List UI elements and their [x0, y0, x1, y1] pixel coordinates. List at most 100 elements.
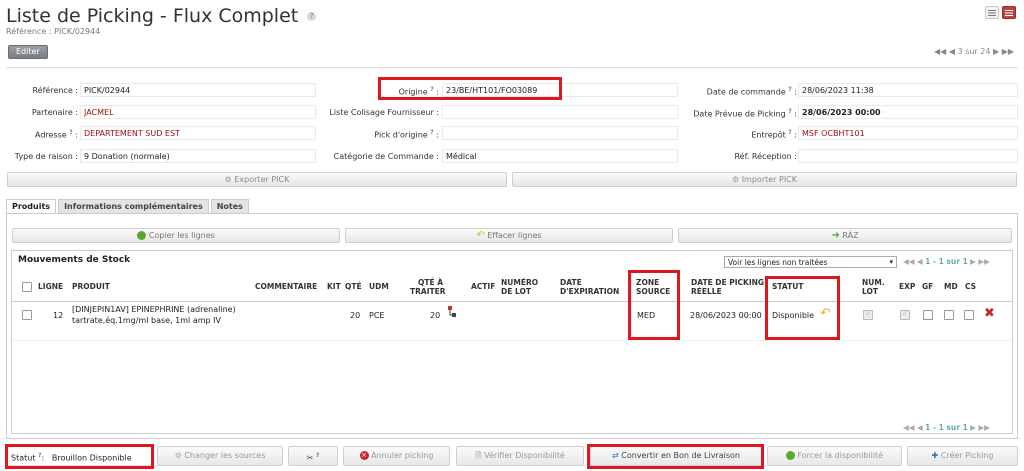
page-title-text: Liste de Picking - Flux Complet — [6, 5, 299, 27]
grid-pager-top[interactable]: ◀◀ ◀ 1 - 1 sur 1 ▶ ▶▶ — [903, 257, 990, 266]
return-icon[interactable]: ↶ — [820, 306, 831, 321]
ref-reception-field[interactable] — [798, 149, 1018, 163]
reference-subtitle: Référence : PICK/02944 — [6, 27, 101, 36]
exp-checkbox — [900, 309, 910, 320]
export-icon: ⚙ — [224, 175, 232, 184]
convert-icon: ⇄ — [612, 451, 619, 460]
cell-qte: 20 — [350, 311, 361, 320]
partenaire-label: Partenaire : — [31, 108, 78, 117]
adresse-field[interactable]: DEPARTEMENT SUD EST — [80, 126, 316, 140]
col-qte-a-traiter[interactable]: QTÉ À TRAITER — [410, 278, 446, 296]
grid-title: Mouvements de Stock — [18, 255, 131, 265]
convert-delivery-button[interactable]: ⇄ Convertir en Bon de Livraison — [590, 446, 762, 466]
help-icon: ? — [69, 129, 73, 136]
col-numero-lot[interactable]: NUMÉRO DE LOT — [501, 278, 538, 296]
copy-icon — [137, 231, 147, 240]
split-line-icon[interactable] — [448, 306, 457, 317]
view-switcher — [985, 6, 1016, 19]
force-icon — [785, 451, 795, 460]
col-qte[interactable]: QTÉ — [345, 282, 362, 291]
col-exp[interactable]: EXP — [899, 282, 915, 291]
divider — [6, 67, 1018, 68]
help-icon: ? — [430, 86, 434, 93]
arrow-right-icon: ➜ — [831, 230, 840, 241]
delete-icon[interactable]: ✖ — [984, 306, 995, 321]
create-picking-button[interactable]: ✚ Créer Picking — [907, 446, 1018, 466]
grid-filter-select[interactable]: Voir les lignes non traitées ▾ — [724, 256, 897, 268]
status-field: Statut ?: Brouillon Disponible — [6, 446, 152, 466]
md-checkbox[interactable] — [944, 310, 954, 320]
cancel-icon: × — [359, 451, 369, 460]
help-icon: ? — [430, 129, 434, 136]
col-date-picking[interactable]: DATE DE PICKING RÉELLE — [691, 278, 764, 296]
help-icon: ? — [788, 129, 792, 136]
edit-button[interactable]: Editer — [8, 45, 48, 59]
date-commande-field[interactable]: 28/06/2023 11:38 — [798, 83, 1018, 97]
cell-date-picking: 28/06/2023 00:00 — [690, 311, 762, 320]
colisage-field[interactable] — [442, 105, 678, 119]
partenaire-field[interactable]: JACMEL — [80, 105, 316, 119]
grid-pager-bottom[interactable]: ◀◀ ◀ 1 - 1 sur 1 ▶ ▶▶ — [903, 423, 990, 432]
tab-produits[interactable]: Produits — [6, 199, 57, 214]
col-num-lot[interactable]: NUM. LOT — [862, 278, 885, 296]
cell-statut: Disponible — [772, 311, 815, 320]
categorie-field[interactable]: Médical — [442, 149, 678, 163]
colisage-label: Liste Colisage Fournisseur : — [329, 108, 439, 117]
record-pager[interactable]: ◀◀ ◀ 3 sur 24 ▶ ▶▶ — [934, 47, 1014, 56]
type-raison-field[interactable]: 9 Donation (normale) — [80, 149, 316, 163]
pick-origine-field[interactable] — [442, 126, 678, 140]
cancel-picking-button[interactable]: × Annuler picking — [343, 446, 450, 466]
col-gf[interactable]: GF — [922, 282, 933, 291]
list-view-icon[interactable] — [985, 6, 999, 19]
col-ligne[interactable]: LIGNE — [38, 282, 63, 291]
col-commentaire[interactable]: COMMENTAIRE — [255, 282, 317, 291]
col-cs[interactable]: CS — [965, 282, 976, 291]
row-checkbox[interactable] — [22, 310, 32, 320]
cs-checkbox[interactable] — [964, 310, 974, 320]
force-availability-button[interactable]: Forcer la disponibilité — [767, 446, 902, 466]
adresse-label: Adresse ? : — [35, 129, 78, 140]
plus-icon: ✚ — [931, 451, 939, 460]
chevron-down-icon: ▾ — [889, 258, 893, 266]
col-actif[interactable]: ACTIF — [471, 282, 495, 291]
col-date-expiration[interactable]: DATE D'EXPIRATION — [560, 278, 619, 296]
cell-ligne: 12 — [53, 311, 64, 320]
col-udm[interactable]: UDM — [369, 282, 389, 291]
entrepot-field[interactable]: MSF OCBHT101 — [798, 126, 1018, 140]
reference-field[interactable]: PICK/02944 — [80, 83, 316, 97]
form-view-icon[interactable] — [1002, 6, 1016, 19]
header-divider — [12, 301, 1012, 302]
col-produit[interactable]: PRODUIT — [72, 282, 110, 291]
col-md[interactable]: MD — [944, 282, 958, 291]
cell-zone-source: MED — [637, 311, 656, 320]
origine-field[interactable]: 23/BE/HT101/FO03089 — [442, 83, 678, 97]
select-all-checkbox[interactable] — [22, 282, 32, 292]
export-pick-button[interactable]: ⚙ Exporter PICK — [7, 172, 507, 187]
copy-lines-button[interactable]: Copier les lignes — [12, 228, 340, 243]
col-zone-source[interactable]: ZONE SOURCE — [636, 278, 670, 296]
tab-informations[interactable]: Informations complémentaires — [58, 199, 209, 214]
import-pick-button[interactable]: ⚙ Importer PICK — [512, 172, 1017, 187]
col-statut[interactable]: STATUT — [772, 282, 803, 291]
reference-label: Référence : — [32, 86, 78, 95]
clear-lines-button[interactable]: ↶ Effacer lignes — [345, 228, 673, 243]
document-search-icon: 🗎 — [475, 451, 482, 460]
date-prevue-field[interactable]: 28/06/2023 00:00 — [798, 105, 1018, 119]
change-sources-button[interactable]: ⚙ Changer les sources — [157, 446, 283, 466]
raz-button[interactable]: ➜ RÀZ — [678, 228, 1012, 243]
col-kit[interactable]: KIT — [327, 282, 341, 291]
date-prevue-label: Date Prévue de Picking ? : — [693, 108, 797, 119]
date-commande-label: Date de commande ? : — [706, 86, 797, 97]
categorie-label: Catégorie de Commande : — [333, 152, 439, 161]
tab-notes[interactable]: Notes — [210, 199, 249, 214]
wizard-help-button[interactable]: ✂ ? — [288, 446, 338, 466]
gf-checkbox[interactable] — [923, 310, 933, 320]
cell-produit-line1: [DINJEPIN1AV] EPINEPHRINE (adrenaline) — [72, 305, 236, 314]
entrepot-label: Entrepôt ? : — [751, 129, 797, 140]
help-icon[interactable]: ? — [307, 12, 317, 21]
cell-qte-traiter: 20 — [430, 311, 441, 320]
check-availability-button[interactable]: 🗎 Vérifier Disponibilité — [456, 446, 584, 466]
help-icon: ? — [788, 86, 792, 93]
undo-icon: ↶ — [476, 230, 485, 241]
cell-udm: PCE — [369, 311, 385, 320]
